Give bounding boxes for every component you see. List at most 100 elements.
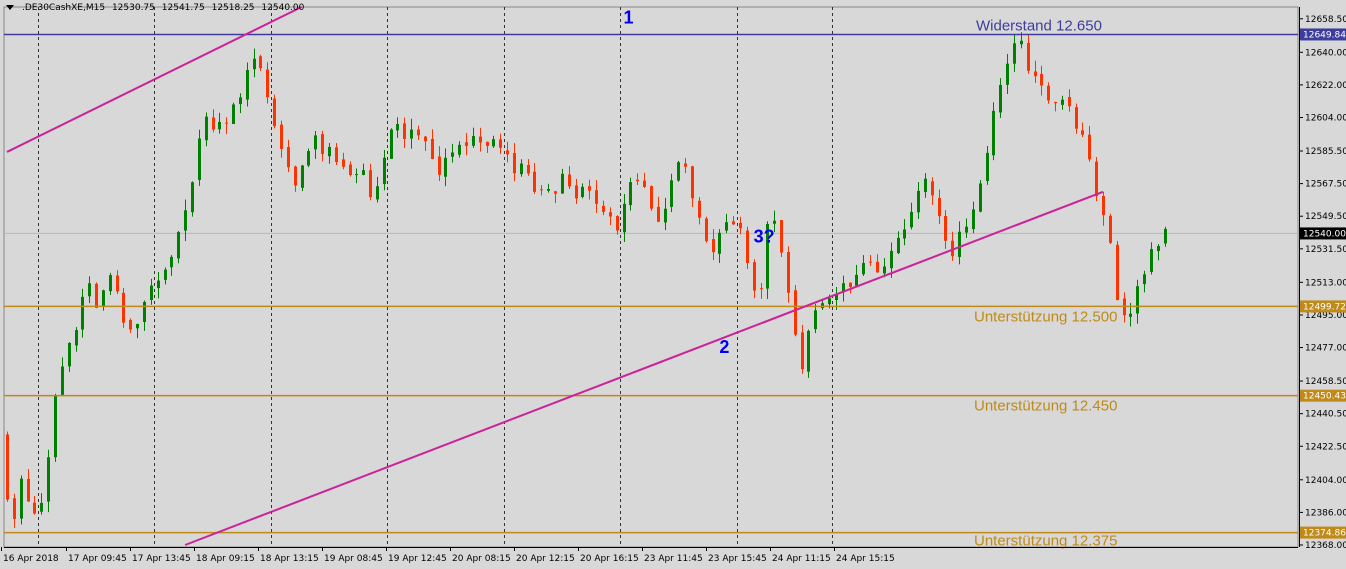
time-tick-label: 24 Apr 15:15	[836, 554, 895, 564]
price-tick-label: 12422.50	[1305, 442, 1346, 452]
price-tag-label: 12499.72	[1303, 302, 1346, 312]
candle-body	[369, 170, 372, 198]
candle-body	[595, 190, 598, 204]
candle-body	[294, 166, 297, 186]
price-tick-label: 12549.50	[1305, 212, 1346, 222]
plot-area[interactable]	[3, 6, 1299, 548]
price-tick-label: 12640.00	[1305, 48, 1346, 58]
candle-body	[150, 285, 153, 301]
candle-body	[629, 182, 632, 206]
candle-body	[61, 366, 64, 395]
candle-body	[1034, 71, 1037, 77]
candle-body	[410, 129, 413, 139]
candle-body	[54, 395, 57, 458]
candle-body	[897, 237, 900, 254]
candle-body	[157, 280, 160, 289]
candle-body	[383, 157, 386, 185]
candle-body	[20, 478, 23, 519]
candle-body	[1157, 246, 1160, 252]
price-tick-label: 12386.00	[1305, 508, 1346, 518]
candle-body	[1040, 73, 1043, 86]
candle-body	[465, 142, 468, 146]
candlestick-chart[interactable]: Widerstand 12.650 Unterstützung 12.500 Unt…	[0, 0, 1346, 569]
candle-body	[581, 186, 584, 197]
candle-body	[540, 189, 543, 191]
time-tick-label: 20 Apr 12:15	[516, 554, 575, 564]
candle-body	[554, 191, 557, 194]
candle-body	[438, 156, 441, 175]
candle-body	[677, 162, 680, 181]
wave-label-2: 2	[719, 337, 729, 357]
candle-body	[938, 197, 941, 217]
time-tick-label: 20 Apr 16:15	[580, 554, 639, 564]
time-tick-label: 16 Apr 2018	[3, 554, 59, 564]
candle-body	[1150, 249, 1153, 272]
wave-label-1: 1	[624, 7, 634, 27]
candle-body	[890, 250, 893, 269]
candle-body	[492, 139, 495, 147]
candle-body	[849, 282, 852, 288]
candle-body	[842, 283, 845, 292]
candle-body	[623, 203, 626, 233]
candle-body	[807, 330, 810, 372]
candle-body	[979, 183, 982, 212]
candle-body	[81, 296, 84, 330]
candle-body	[424, 136, 427, 142]
price-tick-label: 12495.00	[1305, 311, 1346, 321]
candle-body	[301, 165, 304, 188]
candle-body	[821, 303, 824, 309]
candle-body	[287, 147, 290, 168]
candle-body	[129, 320, 132, 330]
candle-body	[122, 292, 125, 323]
candle-body	[68, 342, 71, 367]
candle-body	[33, 502, 36, 514]
candle-body	[814, 310, 817, 330]
candle-body	[417, 129, 420, 136]
candle-body	[965, 226, 968, 233]
candle-body	[403, 123, 406, 140]
time-tick-label: 18 Apr 13:15	[260, 554, 319, 564]
time-tick-label: 24 Apr 11:15	[772, 554, 831, 564]
candle-body	[547, 188, 550, 191]
candle-body	[670, 180, 673, 207]
candle-body	[1047, 85, 1050, 101]
trading-chart[interactable]: Widerstand 12.650 Unterstützung 12.500 Unt…	[0, 0, 1346, 569]
candle-body	[1102, 195, 1105, 216]
price-tag-label: 12450.43	[1303, 392, 1346, 402]
price-tick-label: 12368.00	[1305, 541, 1346, 551]
candle-body	[328, 146, 331, 157]
candle-body	[760, 288, 763, 290]
candle-body	[533, 171, 536, 192]
candle-body	[479, 136, 482, 143]
candle-body	[718, 232, 721, 254]
candle-body	[876, 261, 879, 273]
candle-body	[1136, 286, 1139, 314]
candle-body	[657, 206, 660, 222]
candle-body	[232, 104, 235, 125]
candle-body	[164, 269, 167, 280]
candle-body	[396, 124, 399, 131]
candle-body	[1006, 63, 1009, 85]
price-tick-label: 12513.00	[1305, 278, 1346, 288]
candle-body	[1061, 99, 1064, 105]
time-tick-label: 19 Apr 08:45	[324, 554, 383, 564]
candle-body	[705, 218, 708, 242]
candle-body	[102, 290, 105, 307]
candle-body	[1020, 40, 1023, 45]
candle-body	[684, 163, 687, 167]
candle-body	[609, 212, 612, 217]
candle-body	[739, 222, 742, 229]
time-tick-label: 17 Apr 13:45	[132, 554, 191, 564]
candle-body	[1109, 215, 1112, 243]
time-tick-label: 17 Apr 09:45	[68, 554, 127, 564]
candle-body	[6, 434, 9, 500]
candle-body	[903, 229, 906, 239]
candle-body	[116, 275, 119, 292]
price-tick-label: 12658.50	[1305, 15, 1346, 25]
candle-body	[273, 98, 276, 127]
candle-body	[780, 219, 783, 253]
candle-body	[239, 97, 242, 105]
candle-body	[1088, 134, 1091, 160]
candle-body	[253, 58, 256, 70]
candle-body	[513, 153, 516, 174]
